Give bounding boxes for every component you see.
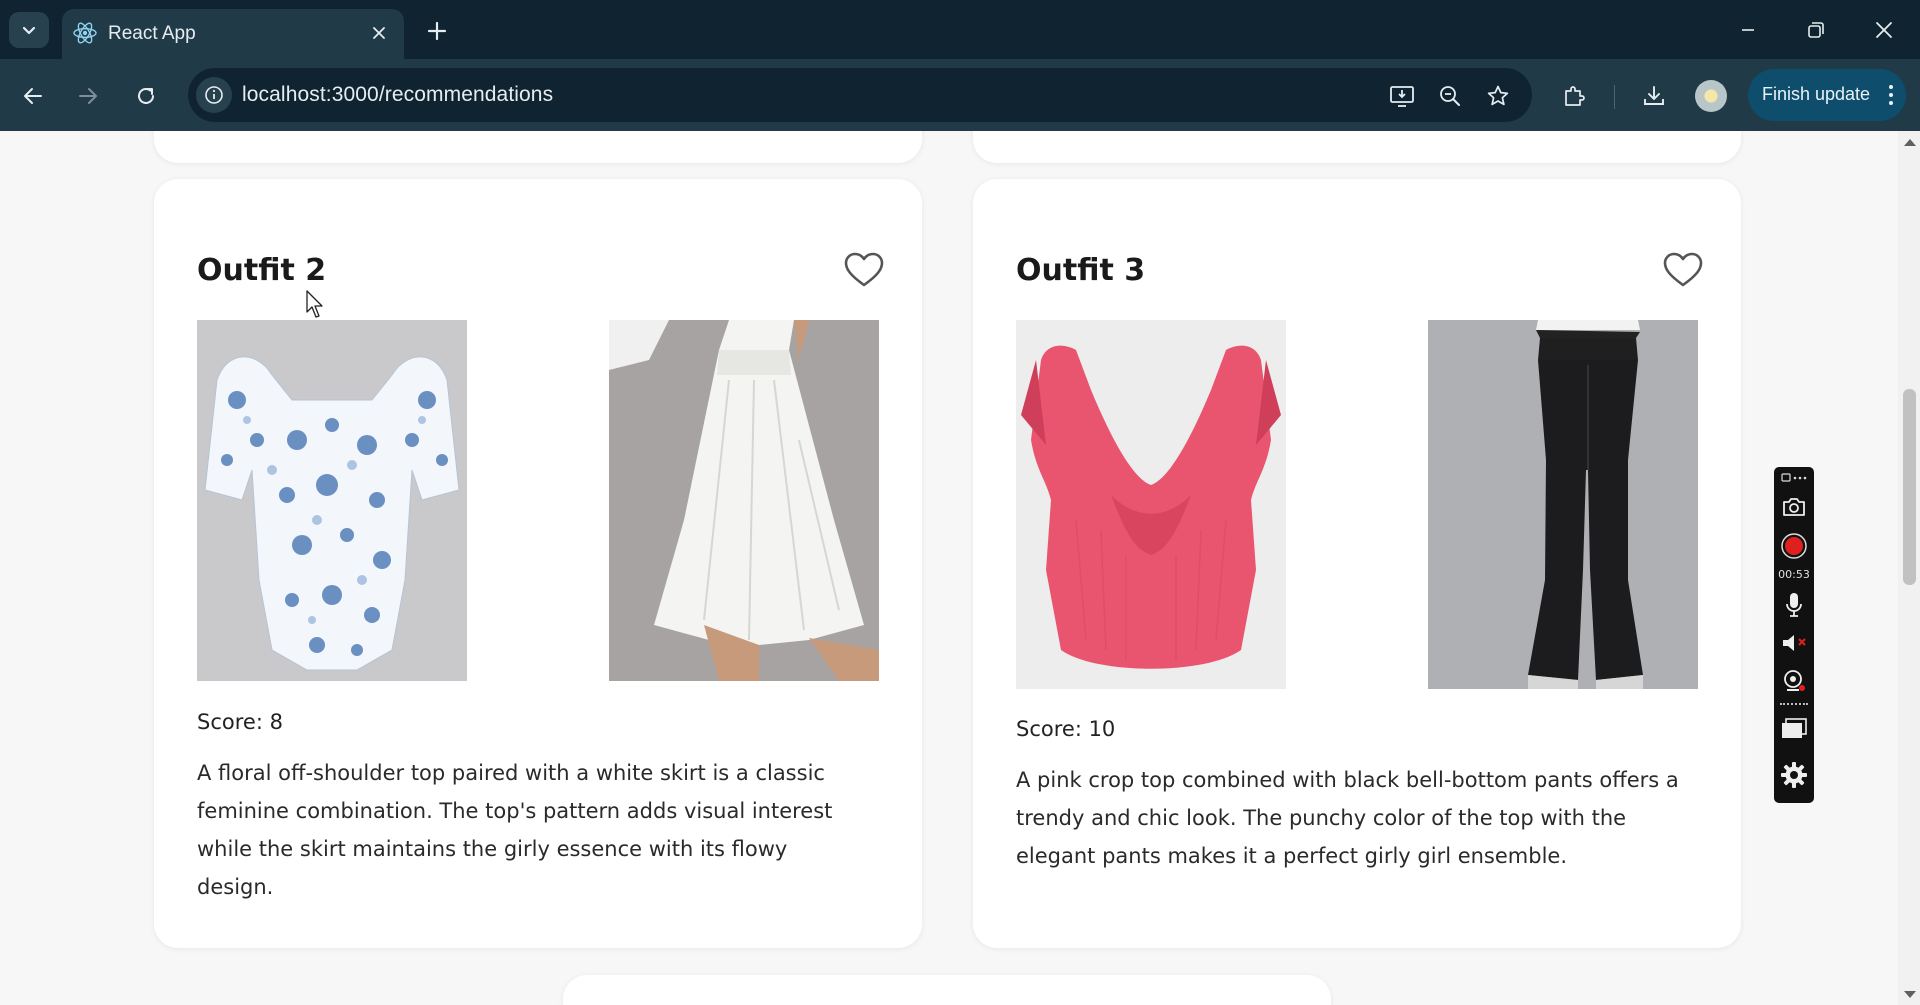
tab-title: React App — [108, 23, 196, 44]
reload-button[interactable] — [126, 76, 166, 116]
zoom-button[interactable] — [1434, 80, 1466, 112]
scroll-up-arrow[interactable] — [1904, 139, 1916, 146]
recorder-divider — [1780, 703, 1808, 705]
white-skirt-image — [609, 320, 879, 681]
browser-toolbar: localhost:3000/recommendations — [0, 59, 1920, 131]
bookmark-button[interactable] — [1482, 80, 1514, 112]
restore-window-button[interactable] — [1786, 8, 1846, 52]
minimize-window-button[interactable] — [1718, 8, 1778, 52]
profile-avatar[interactable] — [1695, 80, 1727, 112]
reload-icon — [138, 87, 154, 104]
downloads-button[interactable] — [1634, 76, 1674, 116]
recorder-menu-button[interactable] — [1778, 467, 1810, 489]
black-pants-image — [1428, 320, 1698, 689]
restore-icon — [1808, 22, 1824, 38]
outfit-card-next — [563, 975, 1331, 1005]
system-audio-button[interactable] — [1778, 627, 1810, 659]
microphone-icon — [1786, 593, 1802, 617]
recorder-settings-button[interactable] — [1778, 759, 1810, 791]
finish-update-button[interactable]: Finish update — [1748, 69, 1906, 121]
close-icon — [373, 27, 385, 39]
puzzle-icon — [1565, 86, 1585, 106]
microphone-button[interactable] — [1778, 589, 1810, 621]
star-icon — [1487, 85, 1509, 106]
mouse-cursor-icon — [306, 290, 323, 318]
pink-top-image — [1016, 320, 1286, 689]
screen-recorder-panel: 00:53 — [1774, 467, 1814, 803]
record-icon — [1781, 533, 1807, 559]
tab-close-button[interactable] — [366, 20, 392, 46]
finish-update-label: Finish update — [1762, 84, 1871, 104]
outfit-title: Outfit 2 — [197, 253, 327, 288]
outfit-score: Score: 8 — [197, 710, 283, 734]
speaker-muted-icon — [1783, 635, 1806, 651]
page-viewport: Outfit 2 Score: 8 A floral off-shoulder … — [0, 131, 1920, 1005]
more-horizontal-icon — [1781, 473, 1807, 482]
outfit-title: Outfit 3 — [1016, 253, 1146, 288]
plus-icon — [427, 21, 447, 41]
outfit-card: Outfit 3 Score: 10 A pink crop top combi… — [973, 179, 1741, 948]
chevron-down-icon — [22, 26, 36, 35]
tab-search-button[interactable] — [9, 12, 49, 48]
address-bar[interactable]: localhost:3000/recommendations — [188, 68, 1532, 122]
minimize-icon — [1742, 29, 1754, 31]
scroll-thumb[interactable] — [1903, 389, 1916, 585]
windows-icon — [1782, 718, 1807, 738]
info-icon — [205, 86, 223, 104]
recording-timer: 00:53 — [1778, 568, 1810, 581]
webcam-button[interactable] — [1778, 665, 1810, 697]
react-logo-icon — [73, 22, 97, 44]
arrow-left-icon — [24, 88, 42, 104]
back-button[interactable] — [13, 76, 53, 116]
url-text[interactable]: localhost:3000/recommendations — [242, 83, 553, 107]
install-app-icon — [1390, 86, 1414, 107]
arrow-right-icon — [79, 88, 97, 104]
forward-button[interactable] — [68, 76, 108, 116]
outfit-score: Score: 10 — [1016, 717, 1116, 741]
outfit-card-previous-left — [154, 131, 922, 163]
floral-top-image — [197, 320, 467, 681]
outfit-card: Outfit 2 Score: 8 A floral off-shoulder … — [154, 179, 922, 948]
camera-icon — [1783, 498, 1805, 516]
close-icon — [1876, 22, 1892, 38]
zoom-out-icon — [1440, 86, 1460, 106]
page-scrollbar[interactable] — [1898, 131, 1920, 1005]
site-info-button[interactable] — [196, 77, 232, 113]
install-app-button[interactable] — [1386, 80, 1418, 112]
heart-icon[interactable] — [1663, 252, 1703, 288]
close-window-button[interactable] — [1854, 8, 1914, 52]
browser-tab-bar: React App — [0, 0, 1920, 59]
outfit-description: A pink crop top combined with black bell… — [1016, 768, 1679, 868]
more-menu-icon — [1886, 83, 1896, 107]
toolbar-divider — [1614, 85, 1615, 109]
screenshot-button[interactable] — [1778, 491, 1810, 523]
outfit-card-previous-right — [973, 131, 1741, 163]
extensions-button[interactable] — [1554, 76, 1594, 116]
gear-icon — [1781, 762, 1807, 788]
outfit-description: A floral off-shoulder top paired with a … — [197, 761, 833, 899]
scroll-down-arrow[interactable] — [1904, 991, 1916, 998]
screen-area-button[interactable] — [1778, 713, 1810, 745]
webcam-icon — [1784, 670, 1805, 691]
heart-icon[interactable] — [844, 252, 884, 288]
record-button[interactable] — [1778, 530, 1810, 562]
new-tab-button[interactable] — [420, 14, 454, 48]
download-icon — [1644, 86, 1664, 105]
browser-tab-active[interactable]: React App — [62, 9, 404, 59]
